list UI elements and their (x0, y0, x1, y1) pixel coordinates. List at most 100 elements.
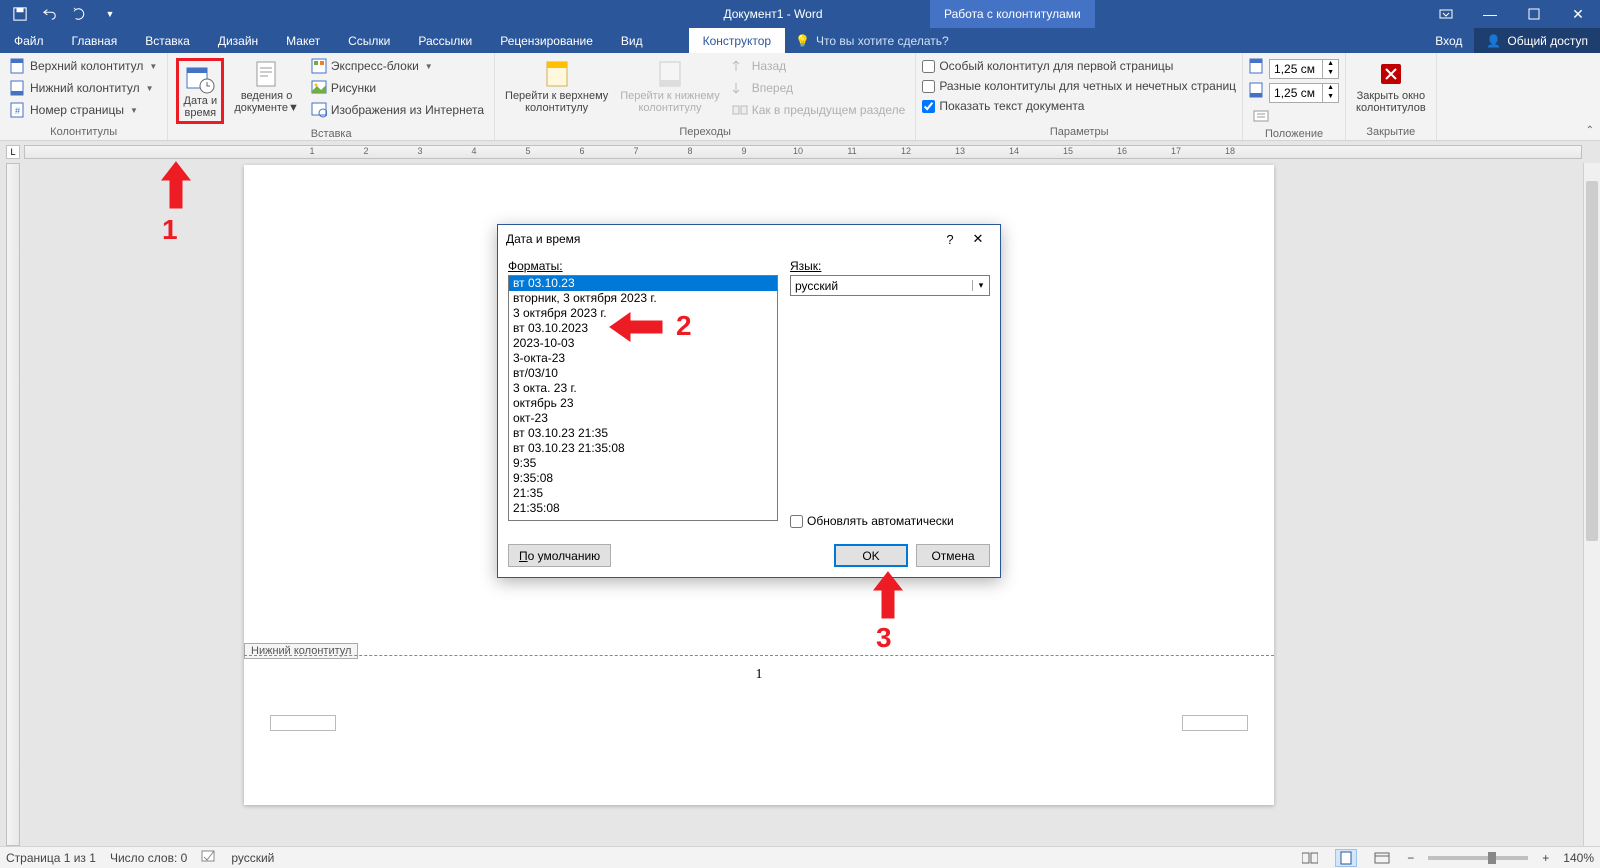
header-from-top-input[interactable]: 1,25 см▲▼ (1269, 59, 1339, 79)
annotation-label-1: 1 (162, 214, 178, 246)
set-default-button[interactable]: По умолчанию (508, 544, 611, 567)
sign-in-button[interactable]: Вход (1423, 28, 1474, 53)
format-option[interactable]: 3-окта-23 (509, 351, 777, 366)
format-option[interactable]: 21:35 (509, 486, 777, 501)
document-info-button[interactable]: ведения одокументе▼ (230, 56, 303, 116)
close-dialog-icon[interactable]: ✕ (964, 231, 992, 247)
zoom-in-button[interactable]: + (1542, 851, 1549, 865)
vertical-ruler[interactable] (6, 163, 20, 846)
document-title: Документ1 - Word (122, 7, 1424, 21)
zoom-level[interactable]: 140% (1563, 851, 1594, 865)
horizontal-ruler[interactable]: 123456789101112131415161718 (24, 145, 1582, 159)
zoom-out-button[interactable]: − (1407, 851, 1414, 865)
status-language[interactable]: русский (231, 851, 274, 865)
format-option[interactable]: 9:35 (509, 456, 777, 471)
quick-parts-button[interactable]: Экспресс-блоки▼ (307, 56, 488, 76)
tab-mailings[interactable]: Рассылки (404, 28, 486, 53)
group-headers-footers: Верхний колонтитул▼ Нижний колонтитул▼ #… (0, 53, 168, 140)
date-time-dialog: Дата и время ? ✕ Форматы: вт 03.10.23вто… (497, 224, 1001, 578)
header-from-top-icon (1249, 58, 1265, 79)
tab-design[interactable]: Дизайн (204, 28, 272, 53)
nav-previous-button: Назад (728, 56, 910, 76)
close-header-footer-button[interactable]: Закрыть окноколонтитулов (1352, 56, 1430, 116)
help-icon[interactable]: ? (936, 232, 964, 247)
save-icon[interactable] (8, 2, 32, 26)
footer-tab-markers (270, 715, 1248, 731)
first-page-different-checkbox[interactable]: Особый колонтитул для первой страницы (922, 58, 1236, 74)
page-number-button[interactable]: #Номер страницы▼ (6, 100, 161, 120)
format-option[interactable]: октябрь 23 (509, 396, 777, 411)
calendar-clock-icon (184, 63, 216, 95)
odd-even-different-checkbox[interactable]: Разные колонтитулы для четных и нечетных… (922, 78, 1236, 94)
format-option[interactable]: 9:35:08 (509, 471, 777, 486)
group-close: Закрыть окноколонтитулов Закрытие (1346, 53, 1437, 140)
tab-selector[interactable]: L (6, 145, 20, 159)
ribbon-options-icon[interactable] (1424, 0, 1468, 28)
tab-file[interactable]: Файл (0, 28, 58, 53)
window-controls: — ✕ (1424, 0, 1600, 28)
goto-footer-button: Перейти к нижнемуколонтитулу (616, 56, 723, 116)
tab-insert[interactable]: Вставка (131, 28, 204, 53)
update-automatically-checkbox[interactable]: Обновлять автоматически (790, 514, 990, 528)
annotation-label-3: 3 (876, 622, 892, 654)
language-combobox[interactable]: русский▾ (790, 275, 990, 296)
header-button[interactable]: Верхний колонтитул▼ (6, 56, 161, 76)
tab-references[interactable]: Ссылки (334, 28, 404, 53)
qat-customize-icon[interactable]: ▼ (98, 2, 122, 26)
tab-constructor[interactable]: Конструктор (689, 28, 785, 53)
cancel-button[interactable]: Отмена (916, 544, 990, 567)
maximize-icon[interactable] (1512, 0, 1556, 28)
zoom-slider[interactable] (1428, 856, 1528, 860)
group-navigation: Перейти к верхнемуколонтитулу Перейти к … (495, 53, 916, 140)
undo-icon[interactable] (38, 2, 62, 26)
view-print-layout-icon[interactable] (1335, 849, 1357, 867)
tab-review[interactable]: Рецензирование (486, 28, 607, 53)
dialog-titlebar[interactable]: Дата и время ? ✕ (498, 225, 1000, 253)
format-option[interactable]: 21:35:08 (509, 501, 777, 516)
goto-header-button[interactable]: Перейти к верхнемуколонтитулу (501, 56, 612, 116)
insert-alignment-tab-button[interactable] (1249, 106, 1339, 126)
footer-boundary (244, 655, 1274, 656)
share-icon: 👤 (1486, 34, 1501, 48)
dialog-title: Дата и время (506, 232, 936, 246)
format-option[interactable]: вторник, 3 октября 2023 г. (509, 291, 777, 306)
minimize-icon[interactable]: — (1468, 0, 1512, 28)
title-bar: ▼ Документ1 - Word Работа с колонтитулам… (0, 0, 1600, 28)
format-option[interactable]: вт 03.10.23 (509, 276, 777, 291)
document-info-icon (251, 58, 283, 90)
format-option[interactable]: окт-23 (509, 411, 777, 426)
footer-button[interactable]: Нижний колонтитул▼ (6, 78, 161, 98)
online-pictures-button[interactable]: Изображения из Интернета (307, 100, 488, 120)
annotation-arrow-2 (608, 310, 664, 351)
share-button[interactable]: 👤Общий доступ (1474, 28, 1600, 53)
show-document-text-checkbox[interactable]: Показать текст документа (922, 98, 1236, 114)
page-number-text[interactable]: 1 (756, 667, 763, 683)
footer-from-bottom-input[interactable]: 1,25 см▲▼ (1269, 83, 1339, 103)
nav-next-button: Вперед (728, 78, 910, 98)
pictures-button[interactable]: Рисунки (307, 78, 488, 98)
tab-layout[interactable]: Макет (272, 28, 334, 53)
redo-icon[interactable] (68, 2, 92, 26)
status-word-count[interactable]: Число слов: 0 (110, 851, 187, 865)
group-label: Положение (1249, 126, 1339, 142)
status-proofing-icon[interactable] (201, 849, 217, 866)
ok-button[interactable]: OK (834, 544, 908, 567)
tab-view[interactable]: Вид (607, 28, 657, 53)
status-bar: Страница 1 из 1 Число слов: 0 русский − … (0, 846, 1600, 868)
format-option[interactable]: вт/03/10 (509, 366, 777, 381)
collapse-ribbon-icon[interactable]: ⌃ (1586, 125, 1594, 136)
annotation-arrow-3 (870, 570, 906, 627)
close-window-icon[interactable]: ✕ (1556, 0, 1600, 28)
status-page[interactable]: Страница 1 из 1 (6, 851, 96, 865)
ribbon: Верхний колонтитул▼ Нижний колонтитул▼ #… (0, 53, 1600, 141)
format-option[interactable]: 3 окта. 23 г. (509, 381, 777, 396)
view-read-mode-icon[interactable] (1299, 849, 1321, 867)
date-time-button[interactable]: Дата ивремя (176, 58, 224, 124)
view-web-layout-icon[interactable] (1371, 849, 1393, 867)
format-option[interactable]: вт 03.10.23 21:35 (509, 426, 777, 441)
language-label: Язык: (790, 259, 821, 273)
format-option[interactable]: вт 03.10.23 21:35:08 (509, 441, 777, 456)
tell-me-search[interactable]: 💡Что вы хотите сделать? (785, 28, 1423, 53)
tab-home[interactable]: Главная (58, 28, 132, 53)
vertical-scrollbar[interactable] (1583, 163, 1600, 846)
